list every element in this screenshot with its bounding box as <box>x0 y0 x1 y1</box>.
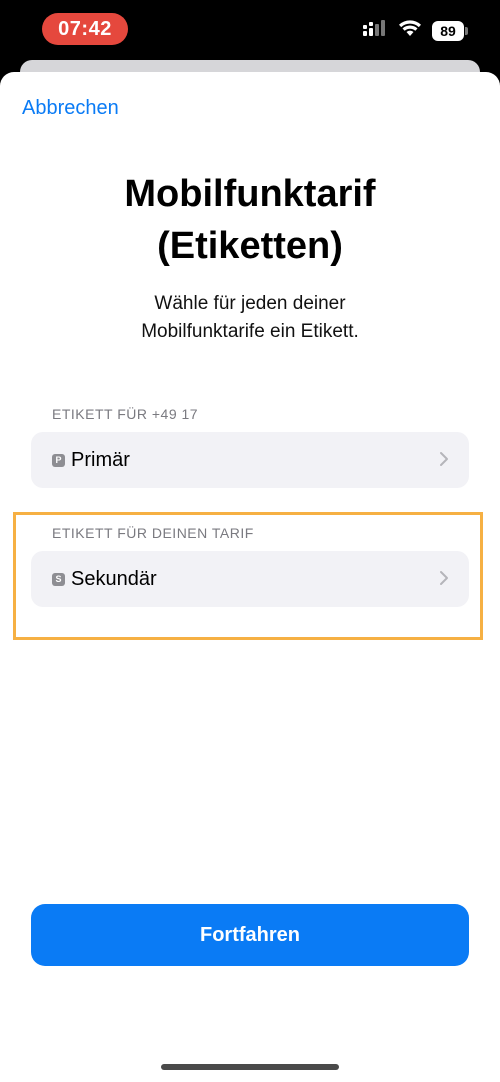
label-row-primary[interactable]: P Primär <box>31 432 469 488</box>
page-title-line-2: (Etiketten) <box>157 225 343 267</box>
section-header-primary-line: ETIKETT FÜR +49 17 <box>52 406 199 422</box>
page-title-line-1: Mobilfunktarif <box>124 173 376 215</box>
label-row-primary-text: Primär <box>71 448 130 471</box>
battery-icon: 89 <box>432 20 468 41</box>
home-indicator <box>161 1064 339 1070</box>
page-title: Mobilfunktarif (Etiketten) <box>0 168 500 272</box>
page-subtitle-line-1: Wähle für jeden deiner <box>154 293 346 314</box>
signal-icon <box>362 19 388 42</box>
page-subtitle-line-2: Mobilfunktarife ein Etikett. <box>141 321 359 342</box>
cancel-button[interactable]: Abbrechen <box>22 97 119 120</box>
wifi-icon <box>398 19 422 42</box>
page-subtitle: Wähle für jeden deiner Mobilfunktarife e… <box>70 290 430 346</box>
chevron-right-icon <box>439 449 449 471</box>
continue-button[interactable]: Fortfahren <box>31 904 469 966</box>
highlight-outline <box>13 512 483 640</box>
status-bar: 07:42 89 <box>0 0 500 62</box>
status-icons: 89 <box>362 19 468 42</box>
status-time: 07:42 <box>42 13 128 45</box>
label-badge-p-icon: P <box>52 453 65 467</box>
